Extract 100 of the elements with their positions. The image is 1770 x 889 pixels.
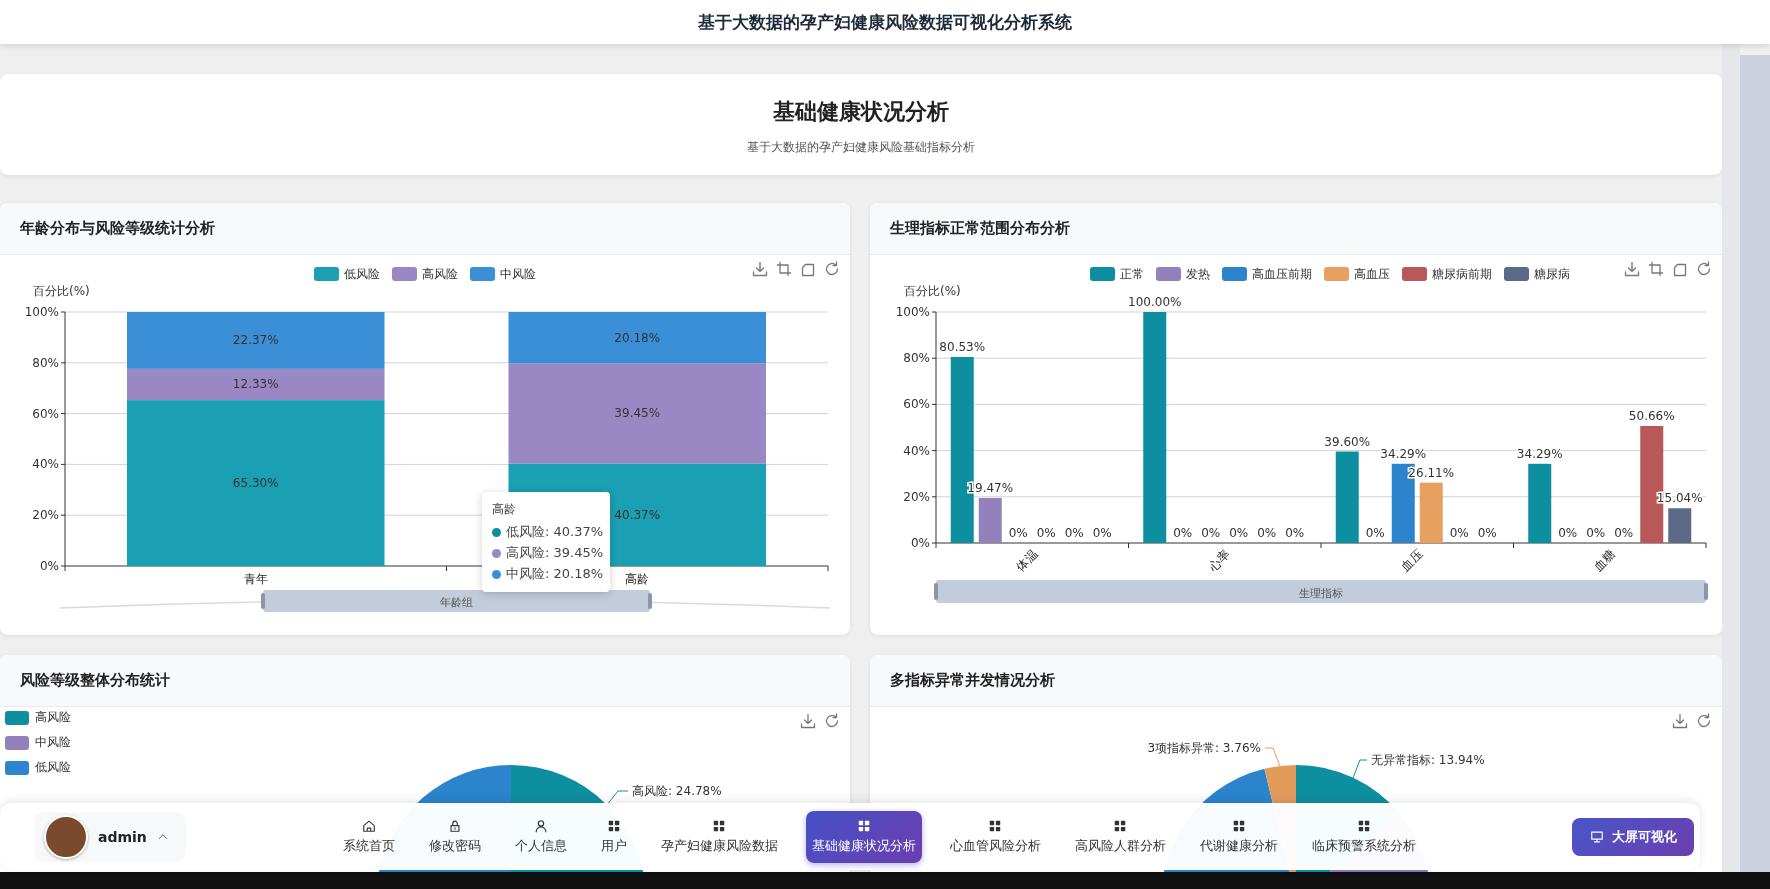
legend-label: 低风险 bbox=[344, 267, 380, 281]
download-icon[interactable] bbox=[1672, 713, 1688, 729]
nav-item[interactable]: 心血管风险分析 bbox=[943, 810, 1047, 863]
axis-label: 60% bbox=[32, 406, 59, 421]
nav-item[interactable]: 系统首页 bbox=[336, 810, 401, 863]
undo-icon[interactable] bbox=[800, 261, 816, 277]
legend-swatch[interactable] bbox=[1156, 267, 1181, 281]
refresh-icon[interactable] bbox=[824, 713, 840, 729]
scrollbar[interactable] bbox=[1740, 55, 1770, 872]
legend-label: 中风险 bbox=[35, 734, 71, 751]
value-label: 0% bbox=[1614, 526, 1634, 540]
value-label: 0% bbox=[1257, 526, 1277, 540]
card-title: 生理指标正常范围分布分析 bbox=[890, 219, 1070, 238]
legend-swatch[interactable] bbox=[1222, 267, 1247, 281]
axis-title: 生理指标 bbox=[1299, 587, 1343, 600]
value-label: 50.66% bbox=[1628, 409, 1675, 423]
nav-item[interactable]: 用户 bbox=[594, 810, 633, 863]
grid-icon bbox=[1231, 818, 1246, 833]
value-label: 0% bbox=[1092, 526, 1112, 540]
monitor-icon bbox=[1589, 829, 1604, 844]
value-label: 20.18% bbox=[614, 330, 661, 345]
axis-label: 0% bbox=[39, 559, 59, 573]
tooltip-text: 中风险: 20.18% bbox=[506, 565, 604, 583]
legend-label: 高血压 bbox=[1354, 267, 1390, 281]
value-label: 0% bbox=[1285, 526, 1305, 540]
legend-label: 高风险 bbox=[422, 267, 458, 281]
nav-item[interactable]: 基础健康状况分析 bbox=[805, 810, 922, 863]
value-label: 39.60% bbox=[1324, 434, 1371, 449]
axis-label: 0% bbox=[910, 536, 930, 550]
card-title: 年龄分布与风险等级统计分析 bbox=[20, 219, 215, 238]
big-screen-button[interactable]: 大屏可视化 bbox=[1572, 817, 1694, 856]
legend-swatch[interactable] bbox=[1090, 267, 1115, 281]
axis-label: 心率 bbox=[1206, 547, 1233, 575]
value-label: 0% bbox=[1558, 526, 1578, 540]
value-label: 40.37% bbox=[614, 507, 661, 522]
pie-label: 高风险: 24.78% bbox=[632, 784, 722, 798]
axis-label: 青年 bbox=[243, 572, 268, 586]
legend-swatch[interactable] bbox=[470, 267, 495, 281]
axis-label: 20% bbox=[903, 489, 930, 504]
legend-swatch[interactable] bbox=[5, 710, 29, 725]
user-icon bbox=[533, 818, 548, 833]
legend-label: 发热 bbox=[1186, 267, 1210, 281]
tooltip-title: 高龄 bbox=[492, 501, 517, 518]
nav-item[interactable]: 高风险人群分析 bbox=[1068, 810, 1172, 863]
value-label: 34.29% bbox=[1380, 446, 1427, 461]
legend-label: 中风险 bbox=[500, 267, 536, 281]
legend-label: 高血压前期 bbox=[1252, 267, 1312, 281]
zoom-slider[interactable] bbox=[934, 580, 1708, 603]
value-label: 0% bbox=[1229, 526, 1249, 540]
legend-swatch[interactable] bbox=[5, 760, 29, 775]
legend-swatch[interactable] bbox=[392, 267, 417, 281]
zoom-icon[interactable] bbox=[776, 261, 792, 277]
pie-label: 无异常指标: 13.94% bbox=[1371, 753, 1485, 767]
axis-label: 60% bbox=[903, 397, 930, 412]
grid-icon bbox=[856, 818, 871, 833]
nav-item[interactable]: 临床预警系统分析 bbox=[1305, 810, 1422, 863]
value-label: 34.29% bbox=[1516, 446, 1563, 461]
value-label: 0% bbox=[1449, 526, 1469, 540]
app-title: 基于大数据的孕产妇健康风险数据可视化分析系统 bbox=[698, 10, 1072, 34]
lock-icon bbox=[447, 818, 462, 833]
value-label: 0% bbox=[1173, 526, 1193, 540]
legend-swatch[interactable] bbox=[1402, 267, 1427, 281]
value-label: 0% bbox=[1477, 526, 1497, 540]
legend-swatch[interactable] bbox=[314, 267, 339, 281]
nav-item[interactable]: 个人信息 bbox=[508, 810, 573, 863]
legend-label: 低风险 bbox=[35, 759, 71, 776]
user-menu[interactable]: admin bbox=[34, 811, 186, 862]
download-icon[interactable] bbox=[752, 261, 768, 277]
axis-title: 百分比(%) bbox=[33, 284, 90, 298]
axis-label: 血压 bbox=[1398, 547, 1426, 575]
value-label: 65.30% bbox=[232, 476, 279, 491]
axis-label: 20% bbox=[32, 508, 59, 523]
value-label: 12.33% bbox=[232, 377, 279, 392]
refresh-icon[interactable] bbox=[824, 261, 840, 277]
axis-label: 100% bbox=[895, 305, 930, 319]
legend-swatch[interactable] bbox=[5, 735, 29, 750]
card-title: 风险等级整体分布统计 bbox=[20, 671, 170, 690]
zoom-slider[interactable] bbox=[261, 590, 652, 612]
nav-item[interactable]: 修改密码 bbox=[422, 810, 487, 863]
legend-swatch[interactable] bbox=[1324, 267, 1349, 281]
legend-label: 糖尿病 bbox=[1534, 267, 1570, 281]
download-icon[interactable] bbox=[1624, 261, 1640, 277]
axis-label: 高龄 bbox=[625, 572, 650, 586]
nav-item[interactable]: 代谢健康分析 bbox=[1193, 810, 1284, 863]
value-label: 39.45% bbox=[614, 406, 661, 421]
value-label: 0% bbox=[1064, 526, 1084, 540]
grid-icon bbox=[606, 818, 621, 833]
legend-swatch[interactable] bbox=[1504, 267, 1529, 281]
axis-title: 百分比(%) bbox=[904, 284, 961, 298]
legend-label: 糖尿病前期 bbox=[1432, 267, 1492, 281]
download-icon[interactable] bbox=[800, 713, 816, 729]
nav-item[interactable]: 孕产妇健康风险数据 bbox=[654, 810, 784, 863]
user-name: admin bbox=[98, 828, 147, 845]
axis-label: 80% bbox=[32, 355, 59, 370]
undo-icon[interactable] bbox=[1672, 261, 1688, 277]
refresh-icon[interactable] bbox=[1696, 713, 1712, 729]
zoom-icon[interactable] bbox=[1648, 261, 1664, 277]
value-label: 0% bbox=[1586, 526, 1606, 540]
refresh-icon[interactable] bbox=[1696, 261, 1712, 277]
home-icon bbox=[361, 818, 376, 833]
